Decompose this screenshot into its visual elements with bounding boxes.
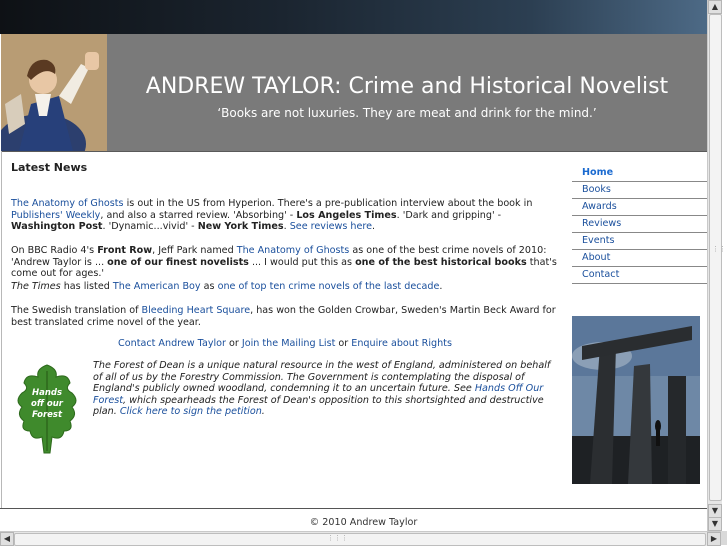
badge-line-1: Hands xyxy=(32,388,62,398)
nav-item-contact[interactable]: Contact xyxy=(572,267,707,284)
sidebar-photo-archway xyxy=(572,316,700,484)
badge-line-3: Forest xyxy=(32,410,63,420)
text: The Swedish translation of xyxy=(11,305,142,316)
badge-line-2: off our xyxy=(31,399,64,409)
footer-divider xyxy=(0,508,707,509)
link-sign-petition[interactable]: Click here to sign the petition xyxy=(120,406,262,417)
contact-links: Contact Andrew Taylor or Join the Mailin… xyxy=(11,338,559,349)
link-mailing-list[interactable]: Join the Mailing List xyxy=(242,338,335,349)
news-item-times: The Times has listed The American Boy as… xyxy=(11,281,559,293)
text: ... I would put this as xyxy=(248,256,356,268)
nav-label[interactable]: Contact xyxy=(582,269,619,280)
news-item-front-row: On BBC Radio 4's Front Row, Jeff Park na… xyxy=(11,245,559,280)
nav-label[interactable]: Books xyxy=(582,184,611,195)
forest-of-dean-text: The Forest of Dean is a unique natural r… xyxy=(93,360,561,418)
nav-label[interactable]: Reviews xyxy=(582,218,621,229)
separator: or xyxy=(335,338,352,349)
latest-news-heading: Latest News xyxy=(11,161,88,174)
text: On BBC Radio 4's xyxy=(11,245,98,256)
source-washington-post: Washington Post xyxy=(11,221,103,232)
text: , Jeff Park named xyxy=(152,245,237,256)
source-ny-times: New York Times xyxy=(197,221,284,232)
nav-label[interactable]: Events xyxy=(582,235,614,246)
news-item-anatomy-us: The Anatomy of Ghosts is out in the US f… xyxy=(11,198,559,233)
text: . xyxy=(439,281,443,292)
nav-item-books[interactable]: Books xyxy=(572,182,707,199)
header-banner: ANDREW TAYLOR: Crime and Historical Nove… xyxy=(1,34,707,152)
nav-item-reviews[interactable]: Reviews xyxy=(572,216,707,233)
nav-label: Home xyxy=(582,167,614,178)
the-times-label: The Times xyxy=(11,281,61,292)
text: is out in the US from Hyperion. There's … xyxy=(123,198,533,209)
footer-copyright: © 2010 Andrew Taylor xyxy=(309,517,418,528)
link-publishers-weekly[interactable]: Publishers' Weekly xyxy=(11,210,100,221)
grip-icon: ⋮⋮ xyxy=(712,245,726,253)
horizontal-scrollbar[interactable]: ◀ ⋮⋮⋮ ▶ xyxy=(0,531,721,546)
text: . 'Dynamic...vivid' - xyxy=(102,221,198,232)
link-american-boy[interactable]: The American Boy xyxy=(113,281,201,292)
nav-item-home[interactable]: Home xyxy=(572,165,707,182)
text: . 'Dark and gripping' - xyxy=(396,209,502,221)
sidebar-nav: Home Books Awards Reviews Events About C… xyxy=(572,165,707,284)
horizontal-scroll-thumb[interactable]: ⋮⋮⋮ xyxy=(14,533,706,546)
text: has listed xyxy=(60,281,113,292)
vertical-scrollbar[interactable]: ▲ ⋮⋮ ▼ ▼ xyxy=(707,0,726,531)
link-top-ten-crime[interactable]: one of top ten crime novels of the last … xyxy=(218,281,440,292)
text: , and also a starred review. 'Absorbing'… xyxy=(100,209,297,221)
site-title: ANDREW TAYLOR: Crime and Historical Nove… xyxy=(145,74,669,99)
nav-item-awards[interactable]: Awards xyxy=(572,199,707,216)
scrollbar-corner xyxy=(721,531,727,545)
nav-item-about[interactable]: About xyxy=(572,250,707,267)
scroll-right-arrow-icon[interactable]: ▶ xyxy=(707,532,721,546)
nav-label[interactable]: About xyxy=(582,252,610,263)
news-item-swedish: The Swedish translation of Bleeding Hear… xyxy=(11,305,559,328)
nav-item-events[interactable]: Events xyxy=(572,233,707,250)
link-anatomy-of-ghosts-2[interactable]: The Anatomy of Ghosts xyxy=(237,245,350,256)
top-gradient-bar xyxy=(0,0,708,34)
author-portrait-image xyxy=(1,34,107,151)
scroll-down-arrow-icon-2[interactable]: ▼ xyxy=(708,517,722,531)
scroll-up-arrow-icon[interactable]: ▲ xyxy=(708,0,722,14)
site-quote: ‘Books are not luxuries. They are meat a… xyxy=(217,106,597,120)
grip-icon: ⋮⋮⋮ xyxy=(327,534,348,542)
vertical-scroll-thumb[interactable]: ⋮⋮ xyxy=(709,14,726,501)
front-row-label: Front Row xyxy=(97,245,153,256)
quote-finest-novelists: one of our finest novelists xyxy=(107,256,249,268)
hands-off-our-forest-badge[interactable]: Hands off our Forest xyxy=(12,363,82,459)
source-la-times: Los Angeles Times xyxy=(296,209,397,221)
link-anatomy-of-ghosts[interactable]: The Anatomy of Ghosts xyxy=(11,198,124,209)
nav-label[interactable]: Awards xyxy=(582,201,617,212)
link-see-reviews[interactable]: See reviews here xyxy=(290,221,372,232)
text: . xyxy=(372,221,376,232)
quote-best-historical: one of the best historical books xyxy=(355,256,527,268)
link-bleeding-heart-square[interactable]: Bleeding Heart Square xyxy=(142,305,251,316)
separator: or xyxy=(226,338,242,349)
scroll-left-arrow-icon[interactable]: ◀ xyxy=(0,532,14,546)
text: . xyxy=(261,406,265,417)
scroll-down-arrow-icon[interactable]: ▼ xyxy=(708,504,722,518)
text: as xyxy=(200,281,218,292)
link-enquire-rights[interactable]: Enquire about Rights xyxy=(351,338,452,349)
link-contact-andrew[interactable]: Contact Andrew Taylor xyxy=(118,338,226,349)
